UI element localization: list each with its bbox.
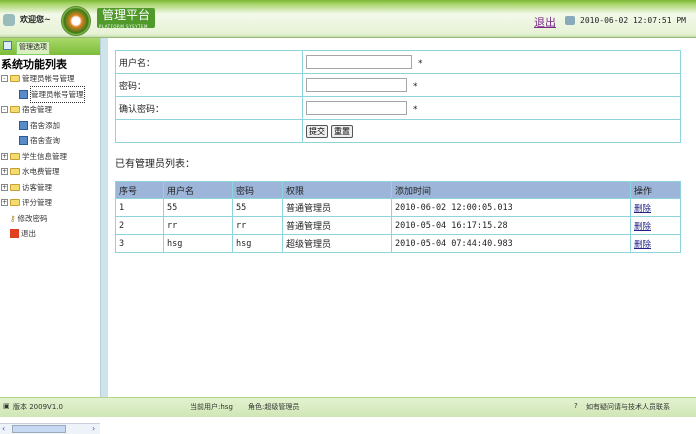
- current-user: 当前用户:hsg: [190, 403, 233, 411]
- col-header: 用户名: [163, 181, 233, 199]
- tree-item-visitor[interactable]: + 访客管理: [1, 180, 100, 196]
- exit-icon: [10, 229, 19, 239]
- tree-item-student[interactable]: + 学生信息管理: [1, 149, 100, 165]
- expand-icon[interactable]: +: [1, 199, 8, 207]
- welcome-text: 欢迎您~: [20, 15, 51, 24]
- col-header: 操作: [630, 181, 681, 199]
- tree-item-change-password[interactable]: ⚷ 修改密码: [1, 211, 100, 227]
- scroll-left-icon[interactable]: ‹: [2, 424, 5, 433]
- horizontal-scrollbar[interactable]: ‹ ›: [0, 423, 100, 434]
- cell: 删除: [630, 234, 681, 253]
- tree-item-admin-account-manage[interactable]: 管理员帐号管理: [1, 85, 100, 103]
- cell: hsg: [232, 234, 283, 253]
- folder-icon: [10, 106, 20, 114]
- sidebar-header: 管理选项: [0, 38, 100, 55]
- cell: rr: [232, 216, 283, 235]
- delete-link[interactable]: 删除: [634, 222, 651, 232]
- required-mark: *: [413, 105, 418, 116]
- tree-item-dorm-add[interactable]: 宿舍添加: [1, 118, 100, 134]
- folder-icon: [10, 168, 20, 176]
- main-content: 用户名： * 密码： * 确认密码： * 提交 重置 已有管理员列表： 序号 用户名 密…: [108, 38, 696, 397]
- username-input[interactable]: [306, 54, 412, 69]
- confirm-password-input[interactable]: [306, 100, 407, 115]
- version-icon: ▣: [3, 402, 10, 410]
- admin-table: 序号 用户名 密码 权限 添加时间 操作 1 55 55 普通管理员 2010-06-0…: [115, 181, 681, 253]
- password-input[interactable]: [306, 77, 407, 92]
- sidebar: 管理选项 系统功能列表 - 管理员帐号管理 管理员帐号管理 - 宿舍管理 宿舍添加 …: [0, 38, 101, 434]
- cell: 2010-05-04 07:44:40.983: [391, 234, 631, 253]
- password-label: 密码：: [115, 73, 303, 97]
- cell: 删除: [630, 198, 681, 217]
- help-icon: ?: [574, 402, 578, 410]
- delete-link[interactable]: 删除: [634, 204, 651, 214]
- scroll-thumb[interactable]: [12, 425, 66, 433]
- cell: 2010-05-04 16:17:15.28: [391, 216, 631, 235]
- edit-icon: [19, 136, 28, 146]
- folder-icon: [10, 199, 20, 207]
- key-icon: ⚷: [10, 213, 16, 223]
- tree-item-score[interactable]: + 评分管理: [1, 195, 100, 211]
- required-mark: *: [418, 59, 423, 70]
- list-title: 已有管理员列表：: [115, 159, 195, 170]
- submit-button[interactable]: 提交: [306, 124, 328, 138]
- help-text: 如有疑问请与技术人员联系: [586, 403, 670, 411]
- logout-link[interactable]: 退出: [534, 14, 556, 30]
- confirm-password-label: 确认密码：: [115, 96, 303, 120]
- table-row: 3 hsg hsg 超级管理员 2010-05-04 07:44:40.983 删除: [115, 234, 681, 253]
- cell: 3: [115, 234, 164, 253]
- cell: 超级管理员: [282, 234, 392, 253]
- cell: hsg: [163, 234, 233, 253]
- cell: 55: [163, 198, 233, 217]
- col-header: 密码: [232, 181, 283, 199]
- expand-icon[interactable]: +: [1, 168, 8, 176]
- expand-icon[interactable]: +: [1, 183, 8, 191]
- cell: 普通管理员: [282, 198, 392, 217]
- user-icon: [3, 14, 15, 26]
- cell: 1: [115, 198, 164, 217]
- folder-icon: [10, 183, 20, 191]
- cell: 删除: [630, 216, 681, 235]
- tree-root: 系统功能列表: [1, 58, 67, 71]
- col-header: 序号: [115, 181, 164, 199]
- collapse-icon[interactable]: -: [1, 106, 8, 114]
- cell: 55: [232, 198, 283, 217]
- logo-icon: [61, 6, 91, 36]
- header: 欢迎您~ 管理平台 PLATFORM SYSYTEM 退出 2010-06-02…: [0, 0, 696, 38]
- tree-item-exit[interactable]: 退出: [1, 226, 100, 242]
- folder-icon: [10, 75, 20, 83]
- datetime: 2010-06-02 12:07:51 PM: [580, 16, 686, 25]
- expand-icon[interactable]: +: [1, 152, 8, 160]
- folder-icon: [10, 152, 20, 160]
- col-header: 添加时间: [391, 181, 631, 199]
- clock-icon: [565, 16, 575, 25]
- required-mark: *: [413, 82, 418, 93]
- logo-subtitle: PLATFORM SYSYTEM: [99, 24, 148, 29]
- col-header: 权限: [282, 181, 392, 199]
- role: 角色:超级管理员: [248, 403, 300, 411]
- tree-item-utility[interactable]: + 水电费管理: [1, 164, 100, 180]
- collapse-icon[interactable]: -: [1, 75, 8, 83]
- reset-button[interactable]: 重置: [331, 124, 353, 138]
- tree-item-dorm-query[interactable]: 宿舍查询: [1, 133, 100, 149]
- edit-icon: [19, 120, 28, 130]
- scroll-right-icon[interactable]: ›: [92, 424, 95, 433]
- cell: 2010-06-02 12:00:05.013: [391, 198, 631, 217]
- edit-icon: [19, 89, 28, 99]
- calendar-icon: [3, 41, 12, 50]
- tree-item-admin-account[interactable]: - 管理员帐号管理: [1, 71, 100, 87]
- username-label: 用户名：: [115, 50, 303, 74]
- add-admin-form: 用户名： * 密码： * 确认密码： * 提交 重置: [115, 50, 681, 143]
- version: 版本 2009V1.0: [13, 403, 63, 411]
- status-bar: ▣ 版本 2009V1.0 当前用户:hsg 角色:超级管理员 ? 如有疑问请与…: [0, 397, 696, 417]
- splitter[interactable]: [101, 38, 108, 397]
- cell: rr: [163, 216, 233, 235]
- function-tree: 系统功能列表 - 管理员帐号管理 管理员帐号管理 - 宿舍管理 宿舍添加 宿舍查询 …: [0, 55, 100, 242]
- sidebar-header-label: 管理选项: [16, 41, 50, 55]
- delete-link[interactable]: 删除: [634, 240, 651, 250]
- table-row: 2 rr rr 普通管理员 2010-05-04 16:17:15.28 删除: [115, 216, 681, 235]
- tree-item-dorm[interactable]: - 宿舍管理: [1, 102, 100, 118]
- table-row: 1 55 55 普通管理员 2010-06-02 12:00:05.013 删除: [115, 198, 681, 217]
- cell: 普通管理员: [282, 216, 392, 235]
- cell: 2: [115, 216, 164, 235]
